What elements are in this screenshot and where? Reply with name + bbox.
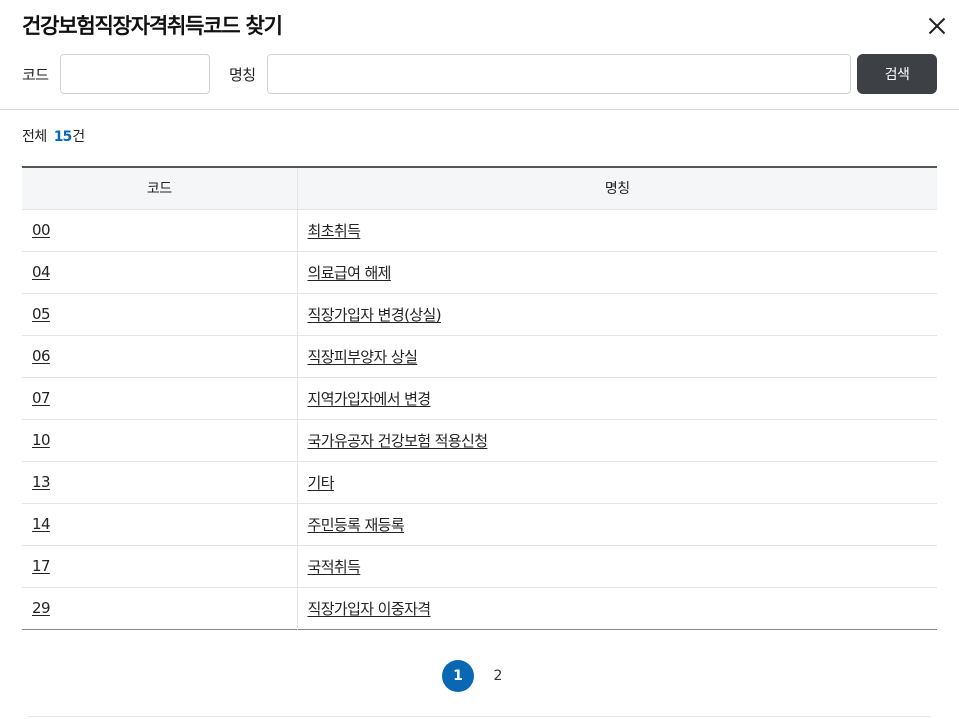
code-link[interactable]: 06 [32,347,50,365]
column-header-name: 명칭 [297,167,937,210]
divider [0,109,959,110]
result-count-suffix: 건 [72,129,85,145]
table-row: 14 주민등록 재등록 [22,503,937,546]
table-row: 04 의료급여 해제 [22,251,937,294]
table-row: 10 국가유공자 건강보험 적용신청 [22,419,937,462]
close-icon [928,17,946,35]
name-link[interactable]: 주민등록 재등록 [308,516,405,534]
table-row: 17 국적취득 [22,545,937,588]
name-link[interactable]: 국적취득 [308,558,361,576]
page-button[interactable]: 2 [482,660,514,692]
search-button[interactable]: 검색 [857,54,937,94]
code-link[interactable]: 17 [32,557,50,575]
footer-divider [28,716,931,717]
table-row: 05 직장가입자 변경(상실) [22,293,937,336]
search-form: 코드 명칭 검색 [0,54,959,94]
code-link[interactable]: 04 [32,263,50,281]
close-button[interactable] [921,10,953,42]
code-input[interactable] [60,54,210,94]
dialog-title: 건강보험직장자격취득코드 찾기 [22,14,283,38]
code-link[interactable]: 00 [32,221,50,239]
code-link[interactable]: 13 [32,473,50,491]
pagination: 1 2 [0,660,959,692]
code-label: 코드 [22,66,49,84]
result-count-number: 15 [53,129,73,145]
name-input[interactable] [267,54,851,94]
table-header-row: 코드 명칭 [22,167,937,210]
table-row: 00 최초취득 [22,209,937,252]
page-button-current[interactable]: 1 [442,660,474,692]
result-count: 전체 15건 [22,126,85,146]
code-link[interactable]: 05 [32,305,50,323]
table-row: 29 직장가입자 이중자격 [22,587,937,629]
name-link[interactable]: 직장가입자 이중자격 [308,600,432,618]
table-row: 07 지역가입자에서 변경 [22,377,937,420]
code-link[interactable]: 07 [32,389,50,407]
table-row: 06 직장피부양자 상실 [22,335,937,378]
name-label: 명칭 [229,66,256,84]
table-row: 13 기타 [22,461,937,504]
results-table: 코드 명칭 00 최초취득 04 의료급여 해제 05 직장가입자 변경(상실)… [22,166,937,630]
result-count-prefix: 전체 [22,129,47,145]
code-link[interactable]: 14 [32,515,50,533]
code-link[interactable]: 10 [32,431,50,449]
name-link[interactable]: 의료급여 해제 [308,264,392,282]
name-link[interactable]: 국가유공자 건강보험 적용신청 [308,432,489,450]
name-link[interactable]: 직장가입자 변경(상실) [308,306,442,324]
name-link[interactable]: 최초취득 [308,222,361,240]
name-link[interactable]: 지역가입자에서 변경 [308,390,432,408]
name-link[interactable]: 직장피부양자 상실 [308,348,418,366]
name-link[interactable]: 기타 [308,474,335,492]
column-header-code: 코드 [22,167,298,210]
code-link[interactable]: 29 [32,599,50,617]
